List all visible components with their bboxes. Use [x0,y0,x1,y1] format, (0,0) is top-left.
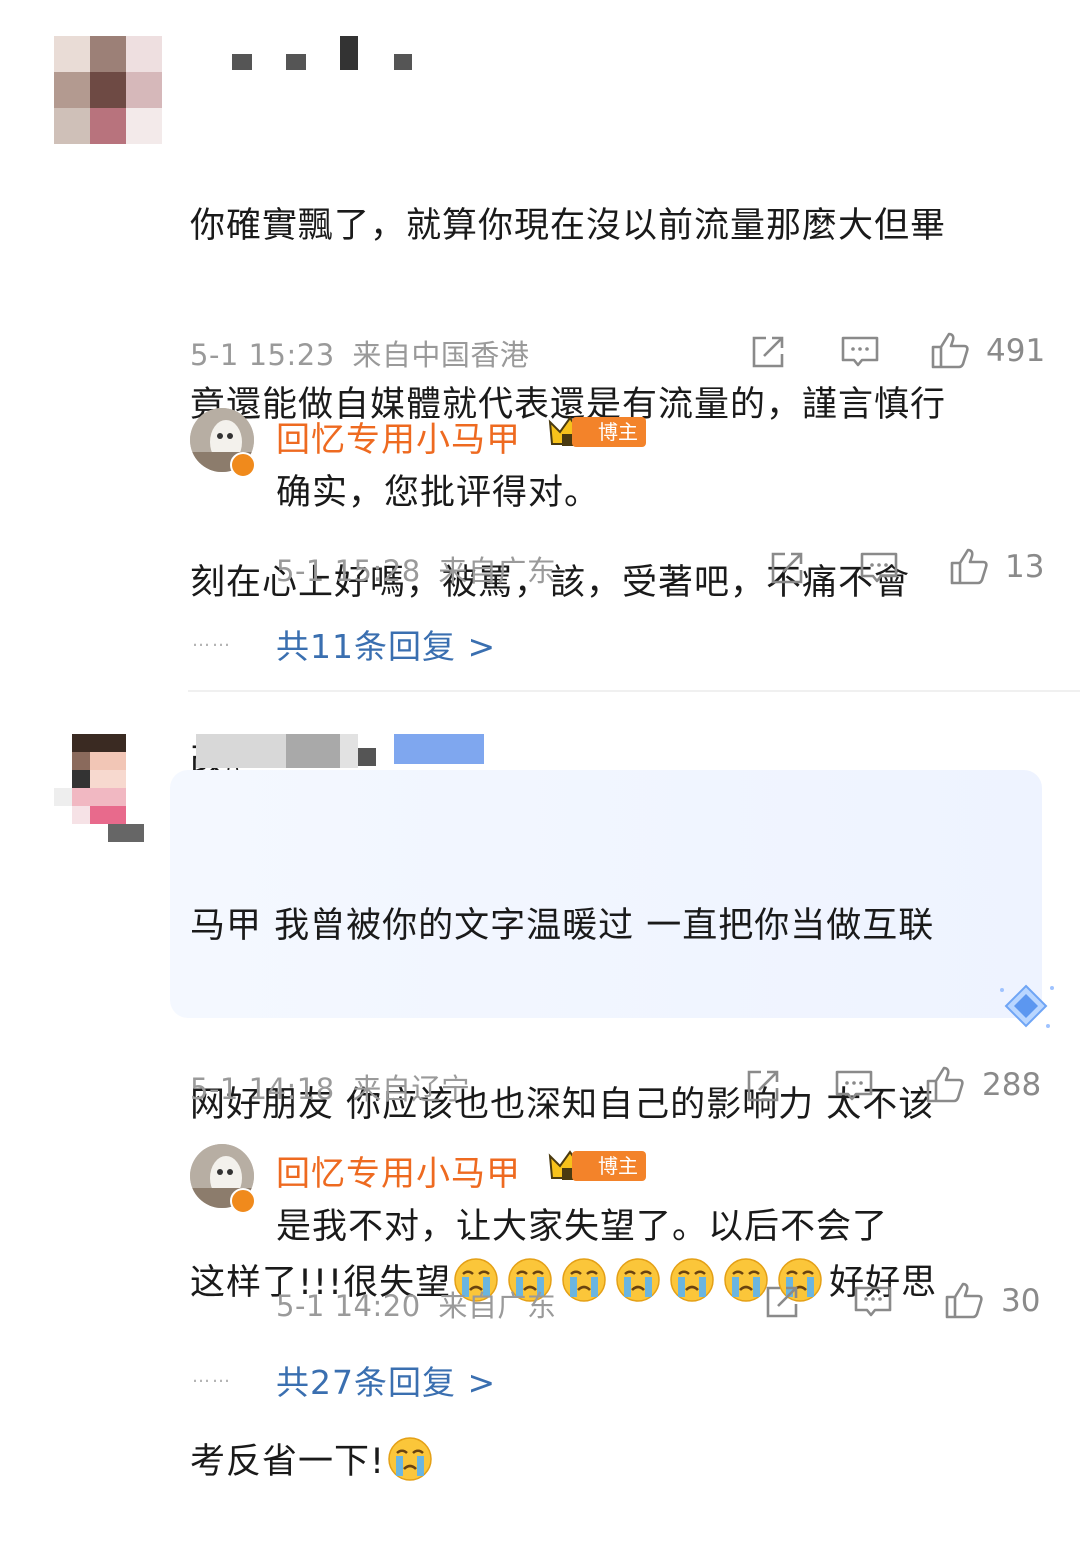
like-icon[interactable] [944,1280,984,1320]
reply-author-name[interactable]: 回忆专用小马甲 [276,1146,521,1195]
share-icon[interactable] [762,1282,802,1322]
comment-meta: 5-1 15:23 来自中国香港 [190,332,529,374]
more-replies-link[interactable]: 共11条回复 > [276,620,496,668]
comment-location: 来自辽宁 [352,1072,471,1106]
crying-face-icon [387,1436,433,1482]
like-icon[interactable] [949,546,989,586]
share-icon[interactable] [743,1066,783,1106]
reply-location: 来自广东 [438,554,557,588]
reply-text: 确实，您批评得对。 [276,473,601,513]
comment-location: 来自中国香港 [352,338,530,372]
commenter-avatar[interactable] [54,36,162,144]
diamond-icon [996,982,1056,1032]
blogger-badge: 博主 [572,1151,646,1181]
more-replies-link[interactable]: 共27条回复 > [276,1356,496,1404]
comment-meta: 5-1 14:18 来自辽宁 [190,1066,470,1108]
verified-badge-icon [230,452,256,478]
crying-face-icon [615,1257,661,1303]
comment-divider [188,690,1080,692]
verified-badge-icon [230,1188,256,1214]
share-icon[interactable] [748,332,788,372]
reply-time: 5-1 14:20 [276,1289,421,1323]
like-icon[interactable] [930,330,970,370]
crying-face-icon [669,1257,715,1303]
like-count: 13 [1005,549,1045,585]
reply-author-name[interactable]: 回忆专用小马甲 [276,412,521,461]
reply-meta: 5-1 15:28 来自广东 [276,548,556,590]
comment-icon[interactable] [840,332,880,372]
comment-time: 5-1 14:18 [190,1072,335,1106]
commenter-name-redacted[interactable] [196,734,486,768]
more-dots: …… [192,1366,232,1387]
like-count: 491 [986,333,1046,369]
reply-text: 是我不对，让大家失望了。以后不会了 [276,1207,889,1247]
crying-face-icon [561,1257,607,1303]
comment-icon[interactable] [859,548,899,588]
reply-meta: 5-1 14:20 来自广东 [276,1283,556,1325]
like-icon[interactable] [925,1064,965,1104]
more-dots: …… [192,630,232,651]
like-count: 288 [982,1067,1042,1103]
share-icon[interactable] [767,548,807,588]
comment-time: 5-1 15:23 [190,338,335,372]
comment-icon[interactable] [853,1282,893,1322]
like-count: 30 [1001,1283,1041,1319]
commenter-name-redacted[interactable] [230,36,420,72]
blogger-badge: 博主 [572,417,646,447]
reply-location: 来自广东 [438,1289,557,1323]
commenter-avatar[interactable] [54,734,162,842]
reply-time: 5-1 15:28 [276,554,421,588]
comment-icon[interactable] [834,1066,874,1106]
